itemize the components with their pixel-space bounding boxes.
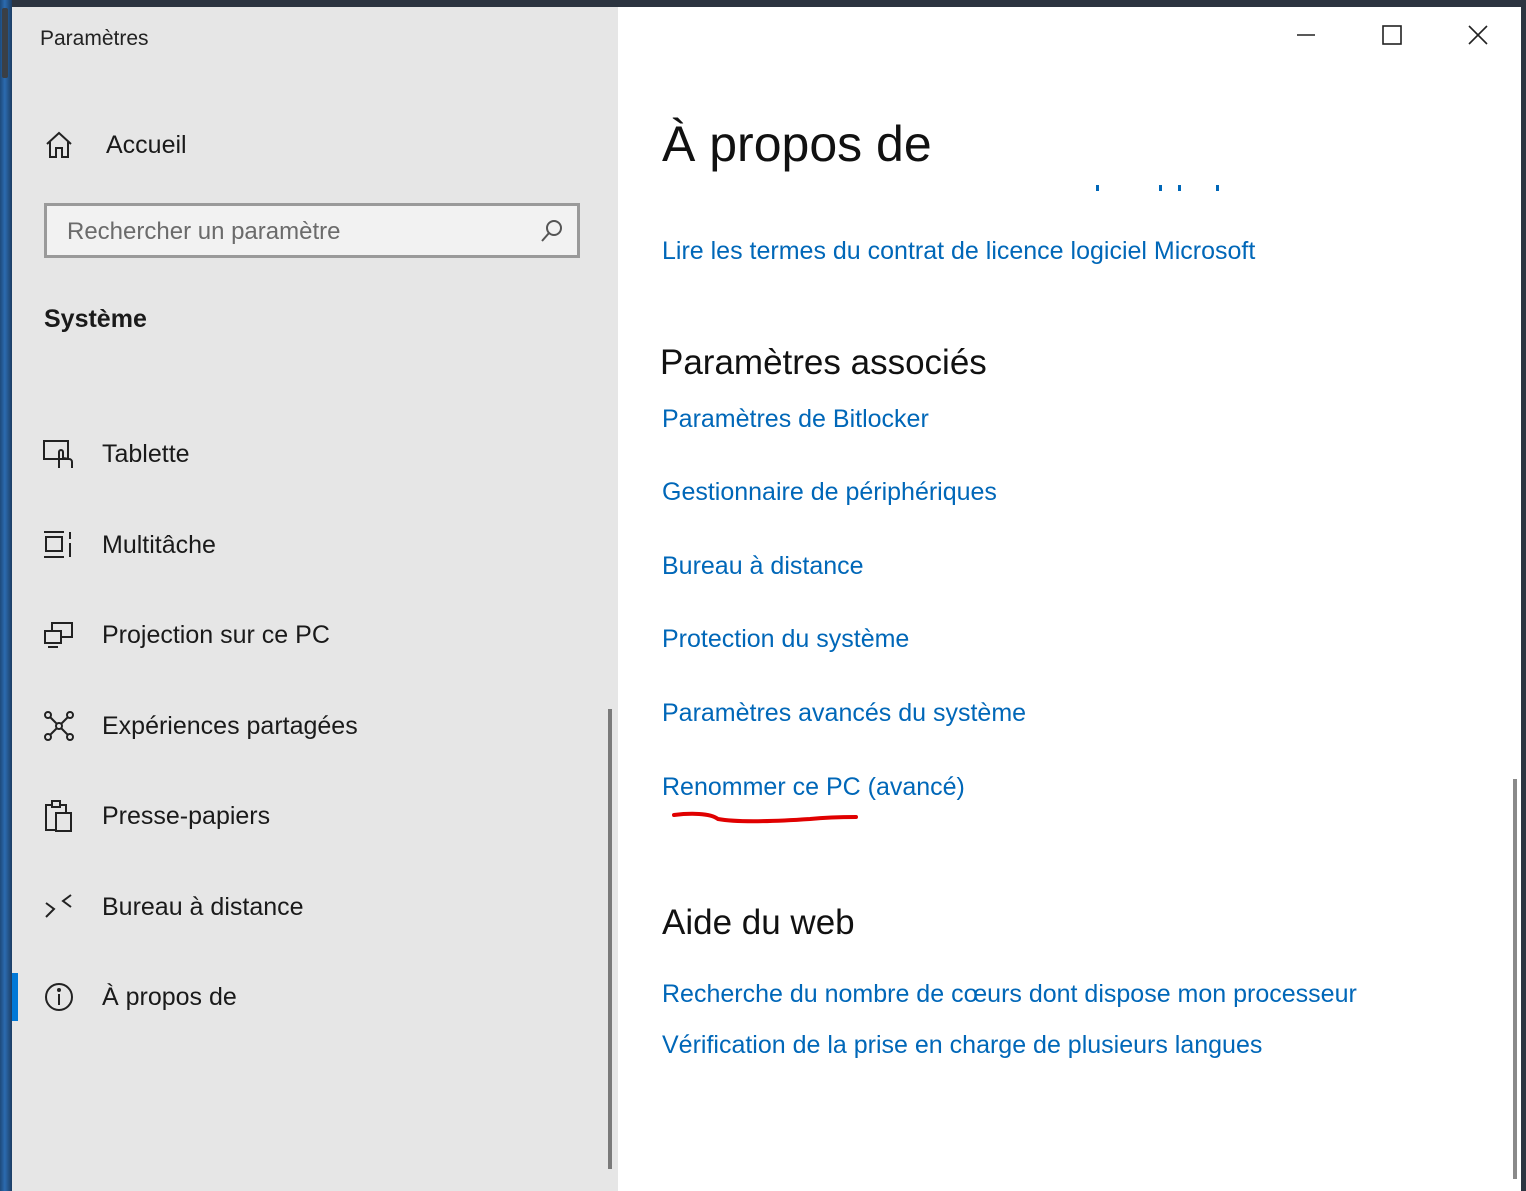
search-input[interactable]	[65, 206, 529, 257]
sidebar-item-label: Expériences partagées	[102, 711, 358, 740]
maximize-icon	[1381, 24, 1403, 51]
close-icon	[1467, 24, 1489, 51]
sidebar-item-tablette[interactable]: Tablette	[12, 424, 618, 484]
remote-desktop-link[interactable]: Bureau à distance	[662, 552, 864, 581]
processor-cores-link[interactable]: Recherche du nombre de cœurs dont dispos…	[662, 980, 1357, 1009]
minimize-button[interactable]	[1263, 7, 1349, 67]
advanced-system-settings-link[interactable]: Paramètres avancés du système	[662, 699, 1026, 728]
related-settings-heading: Paramètres associés	[660, 343, 987, 382]
sidebar-scrollbar[interactable]	[608, 709, 612, 1169]
page-title: À propos de	[662, 116, 932, 172]
sidebar-item-a-propos-de[interactable]: À propos de	[12, 967, 618, 1027]
device-manager-link[interactable]: Gestionnaire de périphériques	[662, 478, 997, 507]
multitasking-icon	[42, 528, 76, 562]
content-scrollbar[interactable]	[1513, 779, 1517, 1179]
red-annotation-underline	[672, 811, 858, 824]
close-button[interactable]	[1435, 7, 1521, 67]
sidebar-item-home[interactable]: Accueil	[12, 115, 618, 175]
sidebar-item-label: Multitâche	[102, 530, 216, 559]
sidebar-item-projection[interactable]: Projection sur ce PC	[12, 605, 618, 665]
multi-language-link[interactable]: Vérification de la prise en charge de pl…	[662, 1031, 1262, 1060]
screen: Paramètres Accueil Rechercher un paramèt…	[0, 0, 1526, 1191]
edge-handle	[2, 8, 8, 78]
active-indicator	[12, 973, 18, 1021]
truncated-link-fragment	[1096, 185, 1226, 193]
minimize-icon	[1295, 24, 1317, 51]
tablet-icon	[42, 437, 76, 471]
bitlocker-settings-link[interactable]: Paramètres de Bitlocker	[662, 405, 929, 434]
shared-experiences-icon	[42, 709, 76, 743]
settings-window: Paramètres Accueil Rechercher un paramèt…	[12, 7, 1521, 1191]
rename-pc-link[interactable]: Renommer ce PC (avancé)	[662, 773, 965, 802]
app-title: Paramètres	[40, 27, 149, 50]
window-controls	[1263, 7, 1521, 67]
sidebar-item-label: Projection sur ce PC	[102, 620, 330, 649]
section-title: Système	[44, 305, 147, 333]
sidebar-item-presse-papiers[interactable]: Presse-papiers	[12, 786, 618, 846]
sidebar-item-label: Bureau à distance	[102, 892, 304, 921]
maximize-button[interactable]	[1349, 7, 1435, 67]
sidebar-item-multitache[interactable]: Multitâche	[12, 515, 618, 575]
desktop-edge	[0, 0, 12, 1191]
info-icon	[42, 980, 76, 1014]
home-icon	[42, 128, 76, 162]
clipboard-icon	[42, 799, 76, 833]
sidebar-item-experiences-partagees[interactable]: Expériences partagées	[12, 696, 618, 756]
sidebar-item-label: Presse-papiers	[102, 801, 271, 830]
system-protection-link[interactable]: Protection du système	[662, 625, 909, 654]
sidebar: Paramètres Accueil Rechercher un paramèt…	[12, 7, 618, 1191]
sidebar-item-bureau-a-distance[interactable]: Bureau à distance	[12, 877, 618, 937]
sidebar-item-label: Accueil	[106, 130, 187, 159]
sidebar-item-label: À propos de	[102, 982, 237, 1011]
search-icon[interactable]	[539, 218, 565, 244]
main-content: À propos de Lire les termes du contrat d…	[618, 7, 1521, 1191]
sidebar-item-label: Tablette	[102, 439, 190, 468]
remote-desktop-icon	[42, 890, 76, 924]
license-link[interactable]: Lire les termes du contrat de licence lo…	[662, 237, 1255, 266]
search-box[interactable]	[44, 203, 580, 258]
web-help-heading: Aide du web	[662, 903, 855, 942]
projection-icon	[42, 618, 76, 652]
